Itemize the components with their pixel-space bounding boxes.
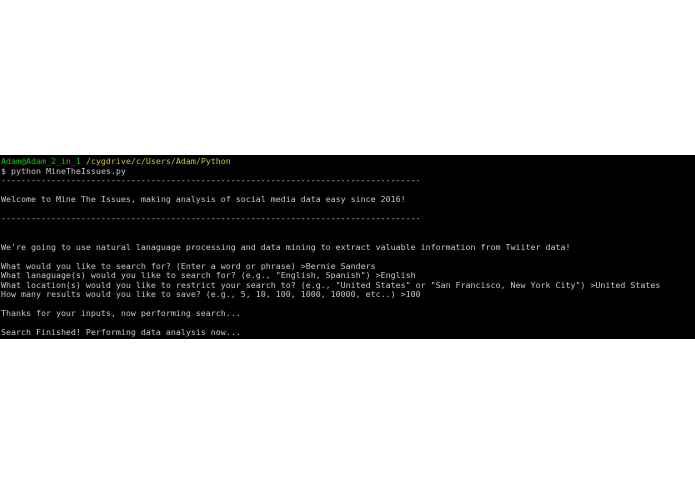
finished-message: Search Finished! Performing data analysi…: [1, 327, 241, 337]
separator-top: ----------------------------------------…: [1, 175, 421, 185]
terminal-window[interactable]: Adam@Adam_2_in_1 /cygdrive/c/Users/Adam/…: [0, 155, 695, 339]
question-result-count: How many results would you like to save?…: [1, 289, 421, 299]
prompt-path: /cygdrive/c/Users/Adam/Python: [85, 156, 231, 166]
intro-message: We're going to use natural lanaguage pro…: [1, 241, 571, 252]
prompt-user: Adam@Adam_2_in_1: [1, 156, 81, 166]
thanks-message: Thanks for your inputs, now performing s…: [1, 308, 241, 318]
welcome-message: Welcome to Mine The Issues, making analy…: [1, 194, 406, 204]
separator-bottom: ----------------------------------------…: [1, 213, 421, 223]
